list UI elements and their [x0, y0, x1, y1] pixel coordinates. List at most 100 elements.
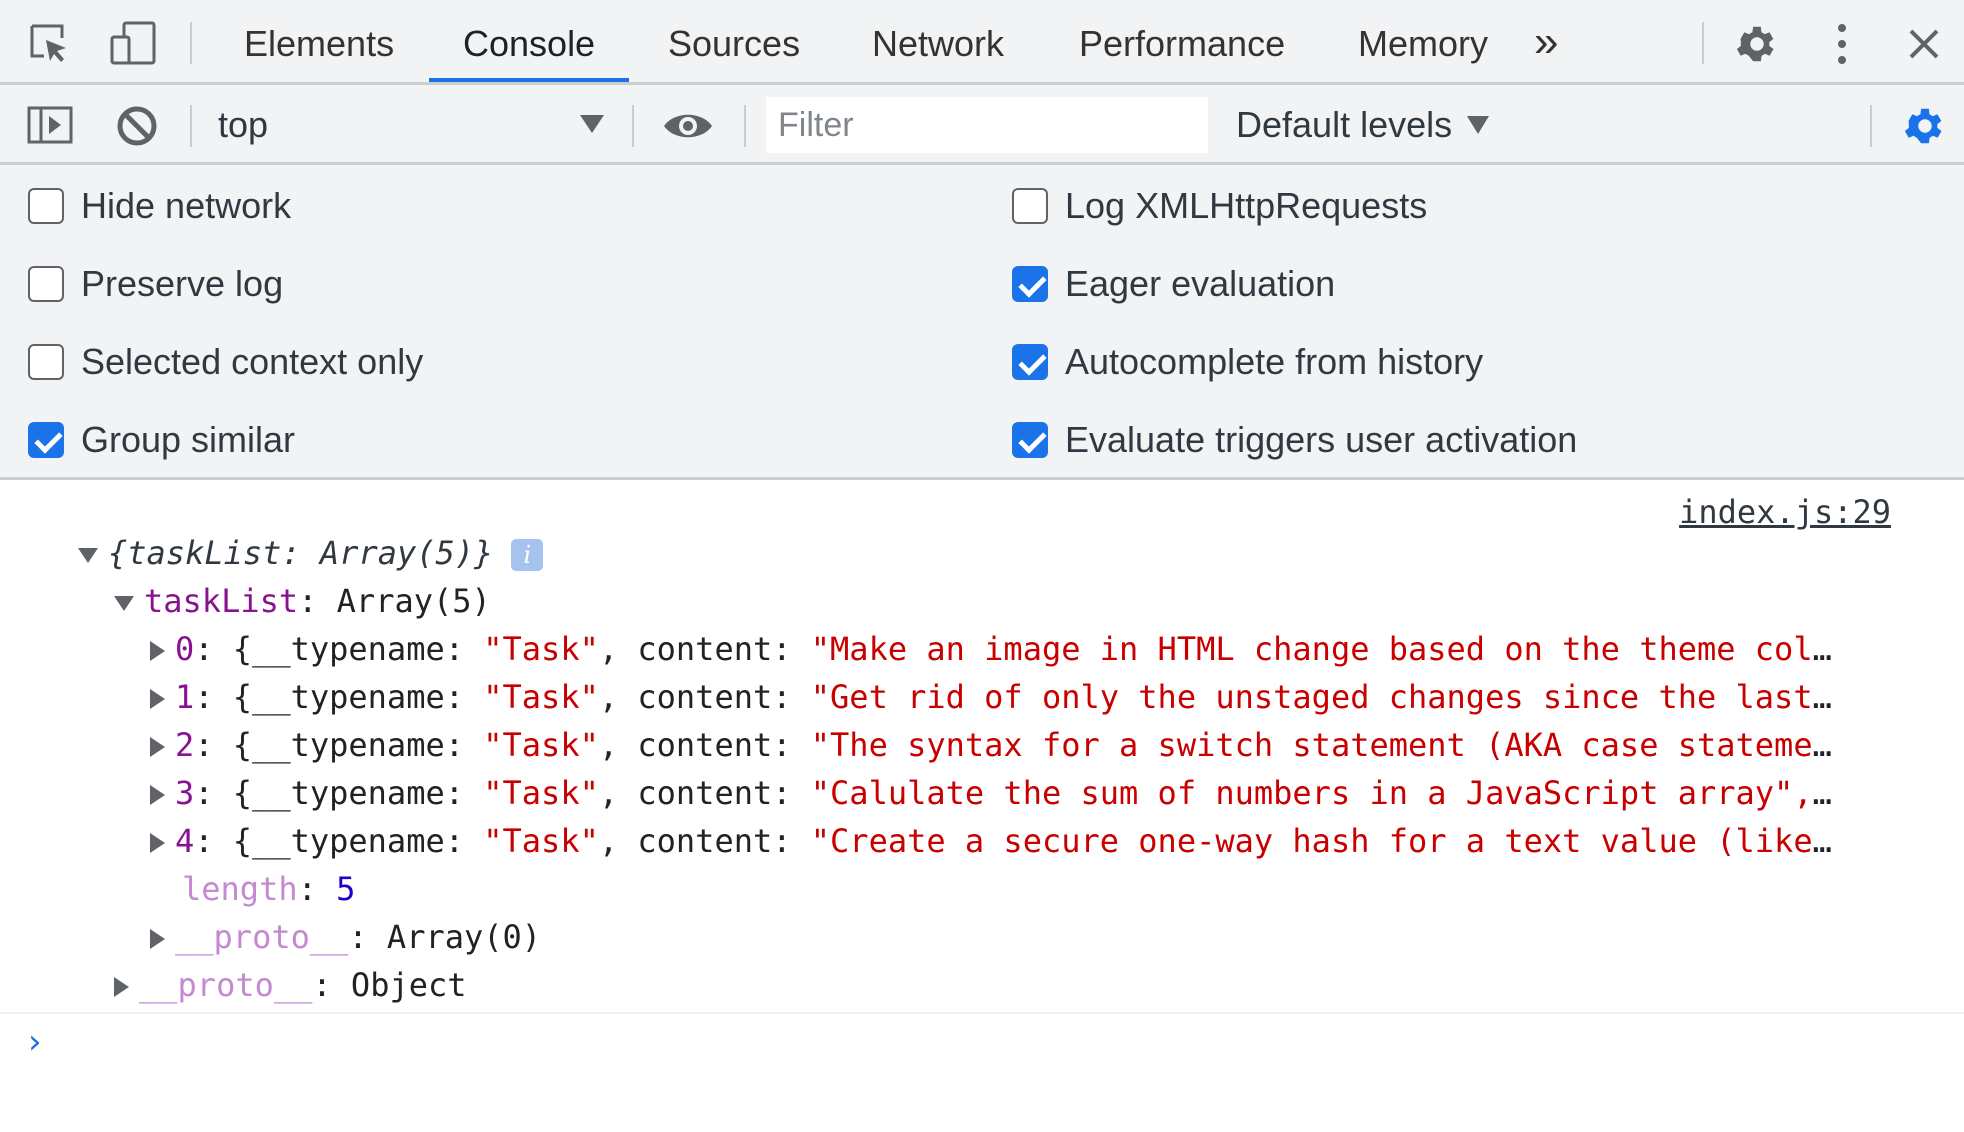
devtools-tab-bar: Elements Console Sources Network Perform… [0, 0, 1964, 85]
tab-network[interactable]: Network [838, 0, 1038, 82]
tab-memory[interactable]: Memory [1324, 0, 1522, 82]
expand-toggle-icon[interactable] [150, 641, 165, 661]
toolbar-separator [744, 105, 746, 147]
typename-key: __typename [252, 678, 445, 716]
expand-toggle-icon[interactable] [150, 833, 165, 853]
truncation-ellipsis: … [1812, 726, 1832, 764]
tab-performance[interactable]: Performance [1045, 0, 1319, 82]
tab-sources[interactable]: Sources [634, 0, 834, 82]
console-prompt[interactable]: › [0, 1012, 1964, 1132]
evaluate-user-activation-option[interactable]: Evaluate triggers user activation [1012, 410, 1577, 470]
preserve-log-checkbox[interactable] [28, 266, 64, 302]
selected-context-only-label: Selected context only [81, 341, 424, 382]
truncation-ellipsis: … [1812, 822, 1832, 860]
typename-value: "Task" [483, 822, 599, 860]
content-key: content [637, 630, 773, 668]
length-property: length: 5 [182, 870, 356, 908]
expand-toggle-icon[interactable] [150, 929, 165, 949]
expand-toggle-icon[interactable] [150, 785, 165, 805]
expand-toggle-icon[interactable] [114, 977, 129, 997]
hide-network-label: Hide network [81, 185, 292, 226]
item-index: 3 [175, 774, 195, 812]
preserve-log-label: Preserve log [81, 263, 284, 304]
item-index: 0 [175, 630, 195, 668]
object-proto-property[interactable]: __proto__: Object [114, 961, 467, 1009]
expand-toggle-icon[interactable] [114, 595, 134, 611]
eager-evaluation-checkbox[interactable] [1012, 266, 1048, 302]
evaluate-user-activation-label: Evaluate triggers user activation [1065, 419, 1578, 460]
evaluate-user-activation-checkbox[interactable] [1012, 422, 1048, 458]
log-xhr-checkbox[interactable] [1012, 188, 1048, 224]
show-sidebar-icon[interactable] [26, 103, 74, 147]
context-selector[interactable]: top [218, 85, 268, 165]
typename-key: __typename [252, 822, 445, 860]
clear-console-icon[interactable] [114, 103, 160, 149]
tasklist-item[interactable]: 4: {__typename: "Task", content: "Create… [150, 817, 1890, 865]
console-settings-gear-icon[interactable] [1900, 101, 1950, 151]
item-index: 4 [175, 822, 195, 860]
hide-network-checkbox[interactable] [28, 188, 64, 224]
typename-value: "Task" [483, 678, 599, 716]
toolbar-separator [190, 105, 192, 147]
tasklist-item[interactable]: 2: {__typename: "Task", content: "The sy… [150, 721, 1890, 769]
tasklist-property[interactable]: taskList: Array(5) [114, 577, 491, 625]
tasklist-item[interactable]: 0: {__typename: "Task", content: "Make a… [150, 625, 1890, 673]
typename-value: "Task" [483, 726, 599, 764]
content-key: content [637, 774, 773, 812]
expand-toggle-icon[interactable] [150, 689, 165, 709]
tab-elements[interactable]: Elements [210, 0, 428, 82]
live-expression-eye-icon[interactable] [660, 103, 716, 149]
group-similar-checkbox[interactable] [28, 422, 64, 458]
typename-key: __typename [252, 774, 445, 812]
content-value: "Get rid of only the unstaged changes si… [810, 678, 1813, 716]
content-value: "Create a secure one-way hash for a text… [810, 822, 1813, 860]
property-value: Array(5) [336, 582, 491, 620]
typename-key: __typename [252, 726, 445, 764]
inspect-element-icon[interactable] [24, 18, 74, 68]
source-link[interactable]: index.js:29 [1679, 490, 1891, 534]
hide-network-option[interactable]: Hide network [28, 176, 291, 236]
autocomplete-history-option[interactable]: Autocomplete from history [1012, 332, 1483, 392]
settings-gear-icon[interactable] [1731, 18, 1783, 70]
preserve-log-option[interactable]: Preserve log [28, 254, 283, 314]
proto-value: Array(0) [386, 918, 542, 956]
array-proto-property[interactable]: __proto__: Array(0) [150, 913, 541, 961]
close-icon[interactable] [1900, 20, 1948, 68]
selected-context-only-checkbox[interactable] [28, 344, 64, 380]
truncation-ellipsis: … [1812, 630, 1832, 668]
proto-key: __proto__ [139, 966, 313, 1004]
context-dropdown-arrow-icon[interactable] [580, 115, 604, 133]
typename-key: __typename [252, 630, 445, 668]
more-options-icon[interactable] [1820, 18, 1864, 70]
expand-toggle-icon[interactable] [78, 547, 98, 563]
truncation-ellipsis: … [1812, 678, 1832, 716]
log-levels-dropdown[interactable]: Default levels [1236, 85, 1452, 165]
device-toolbar-icon[interactable] [106, 18, 160, 68]
eager-evaluation-option[interactable]: Eager evaluation [1012, 254, 1335, 314]
group-similar-label: Group similar [81, 419, 296, 460]
console-toolbar: top Default levels [0, 85, 1964, 165]
tasklist-item[interactable]: 3: {__typename: "Task", content: "Calula… [150, 769, 1890, 817]
filter-input[interactable] [766, 97, 1208, 153]
more-tabs-icon[interactable]: » [1524, 0, 1568, 82]
item-index: 2 [175, 726, 195, 764]
object-summary-text: {taskList: Array(5)} [108, 534, 494, 572]
content-value: "The syntax for a switch statement (AKA … [810, 726, 1813, 764]
group-similar-option[interactable]: Group similar [28, 410, 295, 470]
selected-context-only-option[interactable]: Selected context only [28, 332, 423, 392]
log-object-summary[interactable]: {taskList: Array(5)} i [78, 529, 544, 577]
info-icon[interactable]: i [511, 539, 544, 571]
proto-value: Object [350, 966, 467, 1004]
levels-dropdown-arrow-icon[interactable] [1467, 116, 1489, 134]
tab-console[interactable]: Console [429, 0, 630, 82]
autocomplete-history-label: Autocomplete from history [1065, 341, 1484, 382]
content-key: content [637, 726, 773, 764]
log-xhr-label: Log XMLHttpRequests [1065, 185, 1428, 226]
typename-value: "Task" [483, 630, 599, 668]
expand-toggle-icon[interactable] [150, 737, 165, 757]
log-xhr-option[interactable]: Log XMLHttpRequests [1012, 176, 1427, 236]
autocomplete-history-checkbox[interactable] [1012, 344, 1048, 380]
tasklist-item[interactable]: 1: {__typename: "Task", content: "Get ri… [150, 673, 1890, 721]
length-value: 5 [336, 870, 356, 908]
toolbar-separator [1870, 105, 1872, 147]
